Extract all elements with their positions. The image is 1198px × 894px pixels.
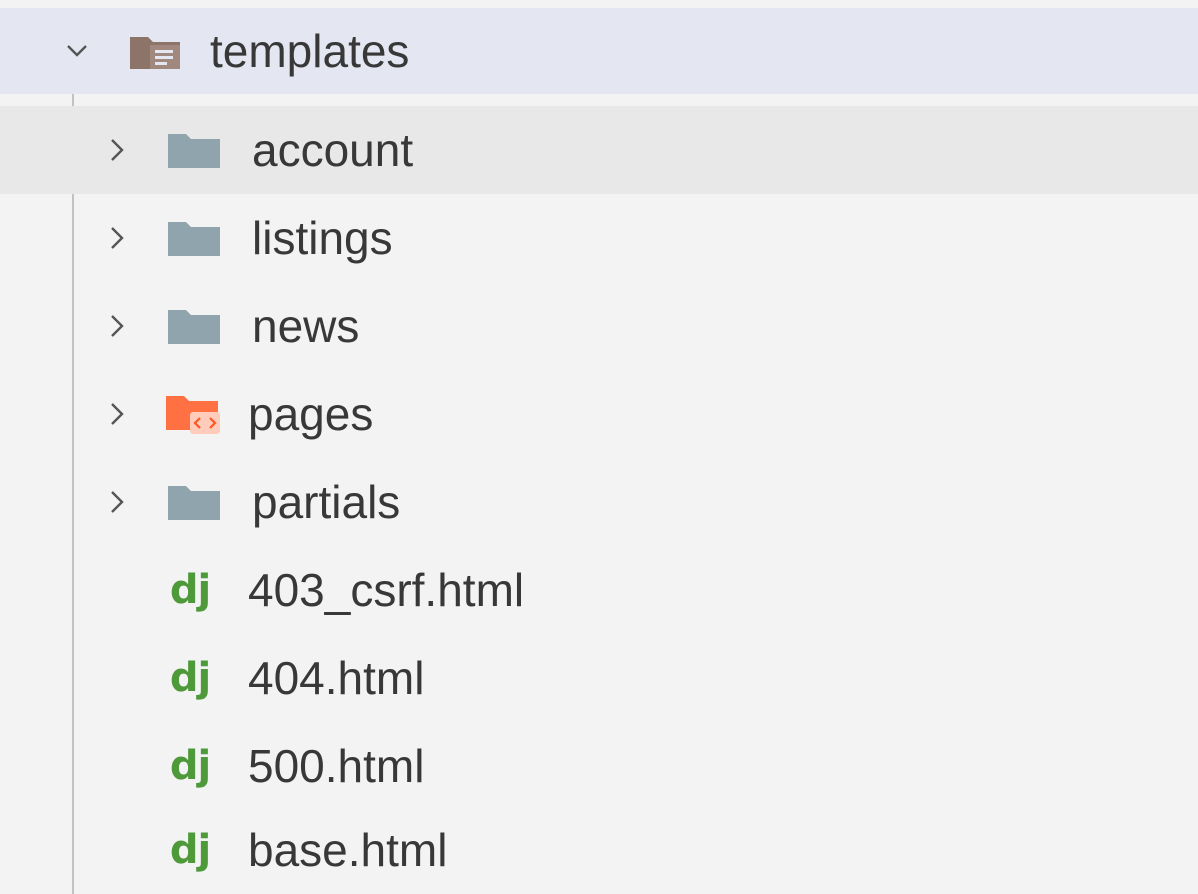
django-file-icon: dj xyxy=(169,567,211,613)
tree-item-label: base.html xyxy=(248,824,448,876)
tree-item-500-html[interactable]: dj 500.html xyxy=(0,722,1198,810)
tree-item-label: listings xyxy=(252,212,393,264)
tree-item-pages[interactable]: pages xyxy=(0,370,1198,458)
chevron-down-icon[interactable] xyxy=(60,31,94,71)
tree-item-base-html[interactable]: dj base.html xyxy=(0,806,1198,894)
tree-item-403-csrf-html[interactable]: dj 403_csrf.html xyxy=(0,546,1198,634)
django-file-icon: dj xyxy=(169,743,211,789)
chevron-right-icon[interactable] xyxy=(100,130,134,170)
folder-icon xyxy=(164,127,224,173)
tree-item-label: pages xyxy=(248,388,374,440)
file-explorer-tree: templates account listings news pages pa… xyxy=(0,0,1198,894)
tree-item-news[interactable]: news xyxy=(0,282,1198,370)
django-file-icon: dj xyxy=(169,655,211,701)
tree-item-label: partials xyxy=(252,476,401,528)
tree-item-account[interactable]: account xyxy=(0,106,1198,194)
tree-item-partials[interactable]: partials xyxy=(0,458,1198,546)
tree-item-label: 403_csrf.html xyxy=(248,564,525,616)
tree-item-404-html[interactable]: dj 404.html xyxy=(0,634,1198,722)
folder-templates-open-icon xyxy=(126,28,186,74)
chevron-right-icon[interactable] xyxy=(100,306,134,346)
folder-html-icon xyxy=(164,391,224,437)
tree-item-listings[interactable]: listings xyxy=(0,194,1198,282)
tree-item-label: account xyxy=(252,124,414,176)
tree-item-templates[interactable]: templates xyxy=(0,8,1198,94)
folder-icon xyxy=(164,479,224,525)
chevron-right-icon[interactable] xyxy=(100,394,134,434)
tree-item-label: 404.html xyxy=(248,652,425,704)
tree-item-label: templates xyxy=(210,25,410,77)
folder-icon xyxy=(164,303,224,349)
django-file-icon: dj xyxy=(169,827,211,873)
chevron-right-icon[interactable] xyxy=(100,218,134,258)
chevron-right-icon[interactable] xyxy=(100,482,134,522)
folder-icon xyxy=(164,215,224,261)
tree-item-label: 500.html xyxy=(248,740,425,792)
tree-item-label: news xyxy=(252,300,360,352)
